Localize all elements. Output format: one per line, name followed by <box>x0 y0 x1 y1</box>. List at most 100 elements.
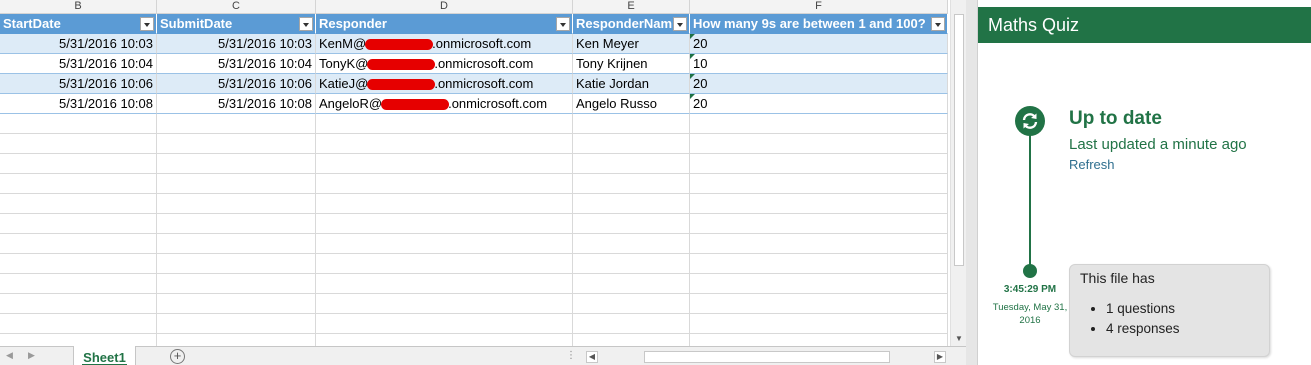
filter-dropdown-icon[interactable] <box>673 17 687 31</box>
empty-cell[interactable] <box>573 114 690 134</box>
empty-cell[interactable] <box>690 234 948 254</box>
cell-startdate[interactable]: 5/31/2016 10:08 <box>0 94 157 114</box>
header-cell-startdate[interactable]: StartDate <box>0 14 157 34</box>
cell-responder[interactable]: TonyK@ .onmicrosoft.com <box>316 54 573 74</box>
empty-cell[interactable] <box>690 294 948 314</box>
cell-submitdate[interactable]: 5/31/2016 10:08 <box>157 94 316 114</box>
empty-cell[interactable] <box>316 294 573 314</box>
cell-submitdate[interactable]: 5/31/2016 10:06 <box>157 74 316 94</box>
header-cell-responder[interactable]: Responder <box>316 14 573 34</box>
cell-submitdate[interactable]: 5/31/2016 10:04 <box>157 54 316 74</box>
empty-cell[interactable] <box>0 154 157 174</box>
empty-cell[interactable] <box>157 254 316 274</box>
empty-cell[interactable] <box>157 174 316 194</box>
empty-cell[interactable] <box>316 114 573 134</box>
empty-cell[interactable] <box>690 274 948 294</box>
empty-cell[interactable] <box>690 314 948 334</box>
filter-dropdown-icon[interactable] <box>931 17 945 31</box>
cell-responder[interactable]: KenM@ .onmicrosoft.com <box>316 34 573 54</box>
empty-cell[interactable] <box>690 254 948 274</box>
empty-cell[interactable] <box>0 134 157 154</box>
empty-cell[interactable] <box>573 234 690 254</box>
empty-cell[interactable] <box>573 254 690 274</box>
empty-cell[interactable] <box>0 334 157 346</box>
refresh-link[interactable]: Refresh <box>1069 157 1115 172</box>
empty-cell[interactable] <box>573 214 690 234</box>
empty-cell[interactable] <box>690 214 948 234</box>
header-cell-question[interactable]: How many 9s are between 1 and 100? <box>690 14 948 34</box>
header-cell-respondername[interactable]: ResponderNam <box>573 14 690 34</box>
empty-cell[interactable] <box>0 294 157 314</box>
add-sheet-icon[interactable]: + <box>170 349 185 364</box>
tab-scroll-left-icon[interactable]: ◀ <box>6 350 13 361</box>
empty-cell[interactable] <box>316 134 573 154</box>
empty-cell[interactable] <box>157 214 316 234</box>
empty-cell[interactable] <box>573 194 690 214</box>
column-letter-f[interactable]: F <box>690 0 948 14</box>
cell-submitdate[interactable]: 5/31/2016 10:03 <box>157 34 316 54</box>
empty-cell[interactable] <box>157 154 316 174</box>
empty-cell[interactable] <box>0 114 157 134</box>
cell-answer[interactable]: 20 <box>690 34 948 54</box>
filter-dropdown-icon[interactable] <box>299 17 313 31</box>
vertical-scrollbar[interactable]: ▼ <box>950 0 966 346</box>
column-letter-d[interactable]: D <box>316 0 573 14</box>
empty-cell[interactable] <box>157 294 316 314</box>
cell-answer[interactable]: 20 <box>690 94 948 114</box>
empty-cell[interactable] <box>316 274 573 294</box>
cell-respondername[interactable]: Angelo Russo <box>573 94 690 114</box>
header-cell-submitdate[interactable]: SubmitDate <box>157 14 316 34</box>
empty-cell[interactable] <box>573 174 690 194</box>
cell-respondername[interactable]: Ken Meyer <box>573 34 690 54</box>
cell-startdate[interactable]: 5/31/2016 10:04 <box>0 54 157 74</box>
empty-cell[interactable] <box>316 234 573 254</box>
cell-answer[interactable]: 10 <box>690 54 948 74</box>
empty-cell[interactable] <box>157 134 316 154</box>
tab-sheet1[interactable]: Sheet1 <box>73 346 136 365</box>
empty-cell[interactable] <box>157 234 316 254</box>
column-letter-b[interactable]: B <box>0 0 157 14</box>
empty-cell[interactable] <box>157 274 316 294</box>
empty-cell[interactable] <box>157 314 316 334</box>
empty-cell[interactable] <box>0 194 157 214</box>
empty-cell[interactable] <box>690 114 948 134</box>
empty-cell[interactable] <box>316 254 573 274</box>
cell-startdate[interactable]: 5/31/2016 10:06 <box>0 74 157 94</box>
column-letter-e[interactable]: E <box>573 0 690 14</box>
vertical-scroll-thumb[interactable] <box>954 14 964 266</box>
empty-cell[interactable] <box>573 134 690 154</box>
filter-dropdown-icon[interactable] <box>556 17 570 31</box>
filter-dropdown-icon[interactable] <box>140 17 154 31</box>
empty-cell[interactable] <box>573 294 690 314</box>
empty-cell[interactable] <box>573 314 690 334</box>
cell-answer[interactable]: 20 <box>690 74 948 94</box>
cell-responder[interactable]: AngeloR@ .onmicrosoft.com <box>316 94 573 114</box>
column-letter-c[interactable]: C <box>157 0 316 14</box>
empty-cell[interactable] <box>690 334 948 346</box>
empty-cell[interactable] <box>690 194 948 214</box>
empty-cell[interactable] <box>573 154 690 174</box>
empty-cell[interactable] <box>573 274 690 294</box>
empty-cell[interactable] <box>0 234 157 254</box>
scroll-right-arrow-icon[interactable]: ▶ <box>934 351 946 363</box>
empty-cell[interactable] <box>0 174 157 194</box>
empty-cell[interactable] <box>316 194 573 214</box>
empty-cell[interactable] <box>573 334 690 346</box>
empty-cell[interactable] <box>0 254 157 274</box>
empty-cell[interactable] <box>157 194 316 214</box>
splitter-handle-icon[interactable]: ⋮ <box>566 350 577 361</box>
empty-cell[interactable] <box>690 134 948 154</box>
empty-cell[interactable] <box>0 214 157 234</box>
cell-respondername[interactable]: Tony Krijnen <box>573 54 690 74</box>
tab-scroll-right-icon[interactable]: ▶ <box>28 350 35 361</box>
scroll-left-arrow-icon[interactable]: ◀ <box>586 351 598 363</box>
empty-cell[interactable] <box>0 274 157 294</box>
empty-cell[interactable] <box>690 154 948 174</box>
cell-respondername[interactable]: Katie Jordan <box>573 74 690 94</box>
cell-startdate[interactable]: 5/31/2016 10:03 <box>0 34 157 54</box>
horizontal-scrollbar[interactable]: ◀ ▶ <box>586 350 948 364</box>
empty-cell[interactable] <box>316 174 573 194</box>
horizontal-scroll-thumb[interactable] <box>644 351 890 363</box>
cell-responder[interactable]: KatieJ@ .onmicrosoft.com <box>316 74 573 94</box>
empty-cell[interactable] <box>157 334 316 346</box>
